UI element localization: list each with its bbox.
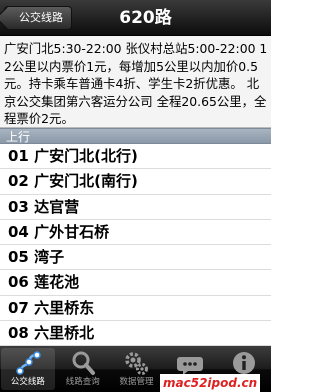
stop-list-item[interactable]: 06 莲花池 <box>0 270 271 296</box>
info-icon <box>217 349 271 377</box>
tab-bus-routes[interactable]: 公交线路 <box>1 348 55 390</box>
stop-list-item[interactable]: 05 湾子 <box>0 245 271 271</box>
search-icon <box>56 349 110 377</box>
tab-label: 公交线路 <box>10 377 45 387</box>
watermark: mac52ipod.cn <box>160 374 261 392</box>
tab-label: 线路查询 <box>65 377 100 387</box>
stop-list-item[interactable]: 04 广外甘石桥 <box>0 220 271 246</box>
gear-icon <box>110 349 164 377</box>
stop-list-item[interactable]: 02 广安门北(南行) <box>0 169 271 195</box>
tab-route-search[interactable]: 线路查询 <box>56 346 110 392</box>
direction-section-header: 上行 <box>0 128 271 144</box>
stop-list: 01 广安门北(北行) 02 广安门北(南行) 03 达官营 04 广外甘石桥 … <box>0 144 271 346</box>
tab-data-management[interactable]: 数据管理 <box>110 346 164 392</box>
navigation-bar: 公交线路 620路 <box>0 0 271 36</box>
tab-label: 数据管理 <box>119 377 154 387</box>
stop-list-item[interactable]: 03 达官营 <box>0 195 271 220</box>
more-icon <box>163 349 217 377</box>
stop-list-item[interactable]: 08 六里桥北 <box>0 321 271 346</box>
route-info-text: 广安门北5:30-22:00 张仪村总站5:00-22:00 12公里以内票价1… <box>0 36 271 128</box>
stop-list-item[interactable]: 01 广安门北(北行) <box>0 144 271 170</box>
back-button[interactable]: 公交线路 <box>4 6 72 30</box>
stop-list-item[interactable]: 07 六里桥东 <box>0 296 271 322</box>
route-icon <box>1 349 55 377</box>
back-button-label: 公交线路 <box>19 11 63 24</box>
page-title: 620路 <box>119 8 172 28</box>
